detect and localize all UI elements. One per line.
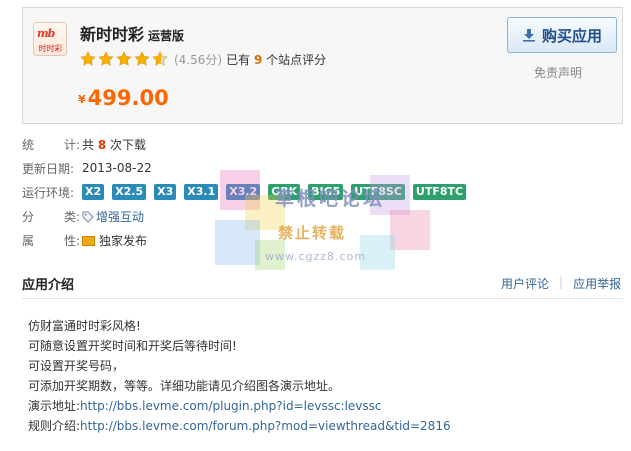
link-separator: | (559, 275, 564, 289)
star-icon (134, 51, 150, 67)
user-reviews-link[interactable]: 用户评论 (501, 275, 549, 292)
price-currency: ¥ (78, 93, 86, 106)
report-app-link[interactable]: 应用举报 (573, 275, 621, 292)
tag-icon (82, 211, 94, 223)
info-row-updated: 更新日期: 2013-08-22 (22, 158, 622, 178)
category-link[interactable]: 增强互动 (96, 210, 144, 224)
attribute-value: 独家发布 (82, 232, 147, 249)
star-icon (80, 51, 96, 67)
info-row-downloads: 统 计: 共 8 次下载 (22, 134, 622, 154)
app-name: 新时时彩 (80, 25, 145, 44)
updated-date: 2013-08-22 (82, 161, 152, 175)
buy-button-label: 购买应用 (541, 26, 602, 45)
environment-tags: X2 X2.5 X3 X3.1 X3.2 GBK BIG5 UTF8SC UTF8TC (82, 184, 474, 200)
label-part: 类: (63, 209, 80, 224)
rules-label: 规则介绍: (28, 419, 81, 433)
rating-row: (4.56分) 已有 9 个站点评分 (80, 50, 326, 68)
label-part: 分 (22, 209, 35, 224)
app-description: 仿财富通时时彩风格! 可随意设置开奖时间和开奖后等待时间! 可设置开奖号码， 可… (28, 316, 451, 436)
info-row-attribute: 属 性: 独家发布 (22, 230, 622, 250)
info-label-category: 分 类: (22, 208, 80, 225)
star-icon (152, 51, 168, 67)
download-icon (522, 29, 535, 42)
rating-suffix: 个站点评分 (266, 52, 327, 67)
env-tag: GBK (268, 184, 301, 200)
section-links: 用户评论 | 应用举报 (501, 275, 621, 292)
stats-suffix: 次下载 (110, 137, 147, 152)
label-part: 性: (63, 233, 80, 248)
env-tag: X3.2 (226, 184, 261, 200)
label-part: 属 (22, 233, 35, 248)
env-tag: BIG5 (308, 184, 344, 200)
env-tag: X3.1 (184, 184, 219, 200)
rating-count: 9 (253, 52, 263, 67)
app-logo: mb 时时彩 (33, 22, 67, 56)
price-amount: 499.00 (87, 86, 169, 110)
rules-line: 规则介绍:http://bbs.levme.com/forum.php?mod=… (28, 416, 451, 436)
rating-score: (4.56分) (174, 52, 223, 67)
desc-line: 可设置开奖号码， (28, 359, 125, 373)
rating-prefix: 已有 (226, 52, 251, 67)
disclaimer-link[interactable]: 免责声明 (534, 64, 582, 81)
info-label-updated: 更新日期: (22, 161, 75, 176)
section-title: 应用介绍 (22, 278, 75, 293)
info-row-environment: 运行环境: X2 X2.5 X3 X3.1 X3.2 GBK BIG5 UTF8SC UTF8T… (22, 182, 622, 202)
app-edition: 运营版 (148, 29, 185, 43)
env-tag: UTF8TC (412, 184, 467, 200)
attribute-text: 独家发布 (99, 233, 148, 248)
download-count: 共 8 次下载 (82, 136, 146, 153)
demo-url-link[interactable]: http://bbs.levme.com/plugin.php?id=levss… (80, 399, 381, 413)
env-tag: X2.5 (112, 184, 147, 200)
label-part: 计: (63, 137, 80, 152)
desc-line: 仿财富通时时彩风格! (28, 319, 141, 333)
section-divider (22, 298, 623, 299)
buy-app-button[interactable]: 购买应用 (507, 17, 617, 53)
rating-stars (80, 51, 170, 67)
info-label-environment: 运行环境: (22, 185, 75, 200)
demo-label: 演示地址: (28, 399, 81, 413)
env-tag: X3 (154, 184, 177, 200)
rules-url-link[interactable]: http://bbs.levme.com/forum.php?mod=viewt… (80, 419, 451, 433)
star-icon (98, 51, 114, 67)
stats-count: 8 (97, 137, 107, 152)
price: ¥499.00 (78, 86, 169, 110)
desc-line: 可添加开奖期数，等等。详细功能请见介绍图各演示地址。 (28, 379, 341, 393)
watermark-url: www.cgzz8.com (265, 250, 367, 263)
env-tag: UTF8SC (351, 184, 405, 200)
app-header-card: mb 时时彩 新时时彩 运营版 (4.56分) 已有 9 个站点评分 ¥499.0… (22, 7, 623, 124)
env-tag: X2 (82, 184, 105, 200)
app-title: 新时时彩 运营版 (80, 21, 184, 45)
rating-summary: 已有 9 个站点评分 (226, 51, 326, 68)
stats-prefix: 共 (82, 137, 95, 152)
category-value[interactable]: 增强互动 (82, 208, 144, 225)
demo-line: 演示地址:http://bbs.levme.com/plugin.php?id=… (28, 396, 451, 416)
logo-caption: 时时彩 (38, 44, 63, 53)
info-label-attribute: 属 性: (22, 232, 80, 249)
desc-line: 可随意设置开奖时间和开奖后等待时间! (28, 339, 237, 353)
logo-text: mb (37, 27, 55, 40)
label-part: 统 (22, 137, 35, 152)
info-row-category: 分 类: 增强互动 (22, 206, 622, 226)
info-label-stats: 统 计: (22, 136, 80, 153)
exclusive-icon (82, 235, 95, 246)
star-icon (116, 51, 132, 67)
